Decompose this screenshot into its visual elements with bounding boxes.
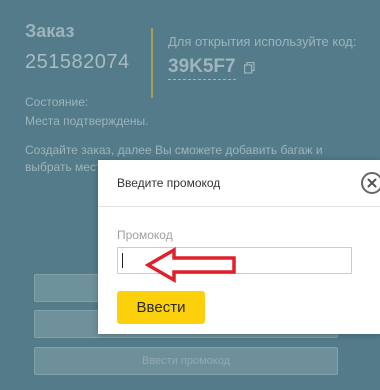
close-icon (367, 178, 377, 188)
close-button[interactable] (361, 172, 380, 194)
status-value: Места подтверждены. (25, 114, 149, 128)
text-caret (122, 253, 123, 268)
order-label: Заказ (25, 21, 75, 41)
red-arrow-icon (145, 246, 236, 284)
modal-title: Введите промокод (117, 176, 221, 190)
copy-icon[interactable] (243, 62, 255, 74)
submit-promo-button[interactable]: Ввести (117, 291, 205, 324)
modal-header: Введите промокод (98, 160, 380, 207)
status-label: Состояние: (25, 95, 89, 109)
enter-promo-background-button: Ввести промокод (34, 347, 338, 375)
order-number: 251582074 (25, 51, 130, 73)
access-code-row: 39K5F7 (168, 56, 255, 80)
vertical-divider (151, 28, 153, 98)
access-code: 39K5F7 (168, 56, 236, 80)
open-code-hint: Для открытия используйте код: (168, 34, 357, 49)
promo-field-label: Промокод (117, 228, 173, 242)
